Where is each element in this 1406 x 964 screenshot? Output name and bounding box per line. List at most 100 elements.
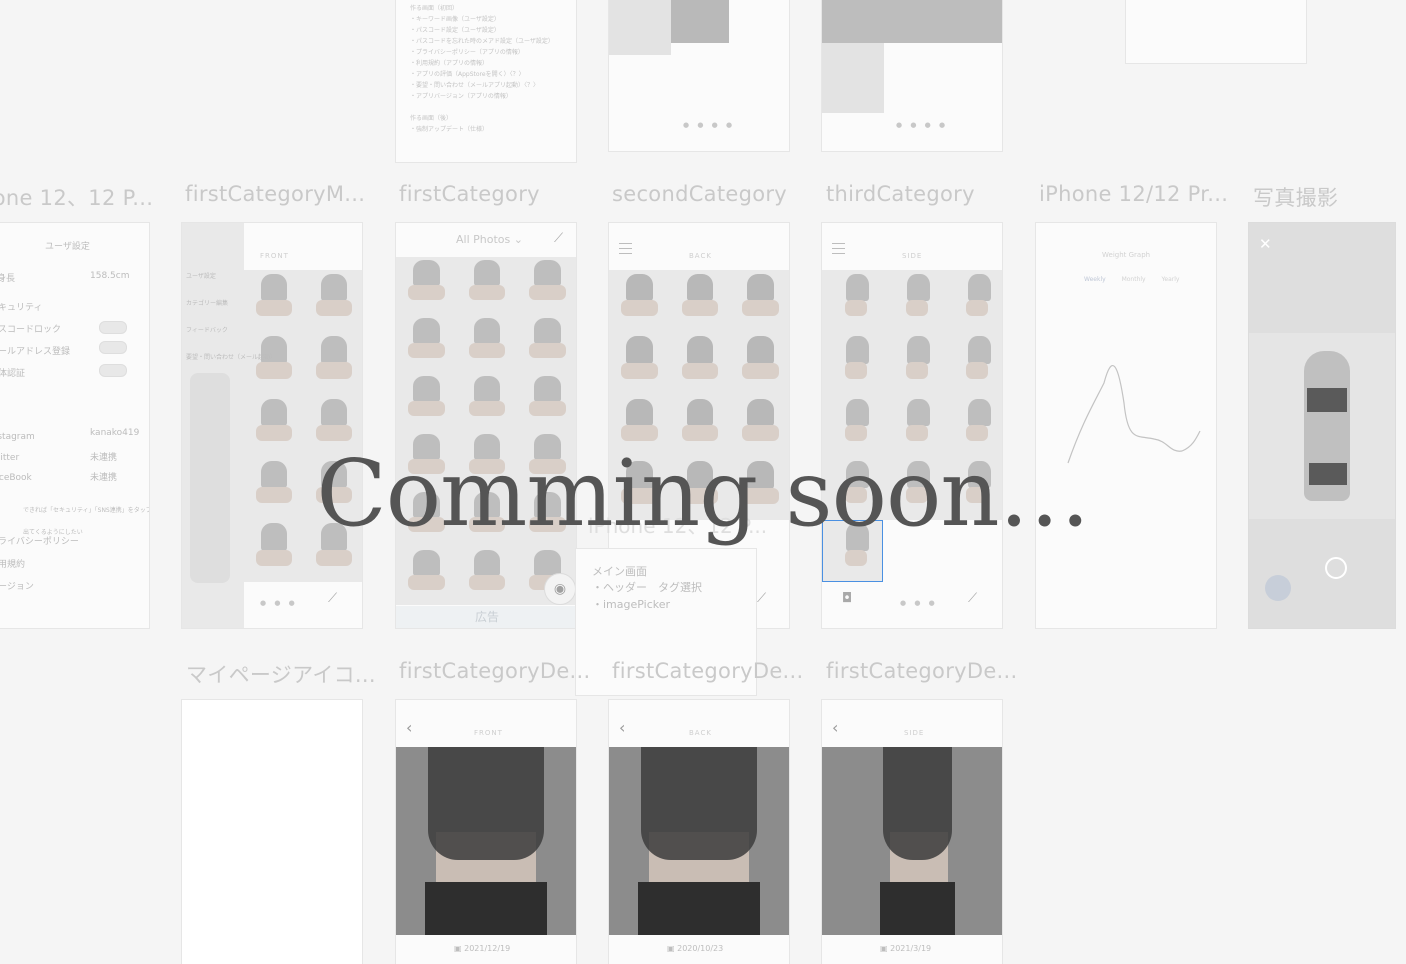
photo-tile[interactable] [456, 373, 518, 431]
tab-monthly[interactable]: Monthly [1122, 276, 1146, 283]
photo-tile[interactable] [730, 270, 789, 333]
chart-icon[interactable]: ⟋ [968, 591, 977, 606]
photo-tile[interactable] [396, 257, 457, 315]
top-photo [822, 0, 1002, 43]
first-category-menu-frame[interactable]: FRONT ユーザ設定 カテゴリー編集 フィードバック 要望・問い合わせ（メール… [181, 222, 363, 629]
spec-line: ・プライバシーポリシー（アプリの情報） [410, 49, 524, 56]
frame-title-iphone-left[interactable]: iPhone 12、12 P... [0, 182, 153, 212]
menu-item-contact[interactable]: 要望・問い合わせ（メール起動） [186, 352, 276, 361]
photo-tile[interactable] [456, 315, 518, 373]
photo-tile[interactable] [669, 270, 731, 333]
top-frame-front[interactable]: ● ● ● ● [608, 0, 790, 152]
frame-title-detail-1[interactable]: firstCategoryDe... [399, 659, 590, 683]
frame-title-first-category-menu[interactable]: firstCategoryM... [185, 182, 365, 206]
biometric-label: 生体認証 [0, 369, 26, 379]
photo-tile[interactable] [396, 315, 457, 373]
frame-title-mypage-icon[interactable]: マイページアイコ... [186, 659, 376, 689]
top-photo [671, 0, 729, 43]
mypage-icon-frame[interactable] [181, 699, 363, 964]
passcode-lock-toggle[interactable] [99, 321, 127, 334]
photo-tile[interactable] [669, 332, 731, 395]
photo-tile[interactable] [396, 373, 457, 431]
tab-yearly[interactable]: Yearly [1162, 276, 1180, 283]
spec-line: ・利用規約（アプリの情報） [410, 60, 489, 67]
photo-tile[interactable] [943, 332, 1002, 395]
chevron-left-icon[interactable]: ‹ [832, 718, 838, 737]
photo-tile[interactable] [456, 547, 518, 605]
weight-graph-frame[interactable]: Weight Graph Weekly Monthly Yearly [1035, 222, 1217, 629]
shutter-icon[interactable] [1325, 557, 1347, 579]
terms-link[interactable]: 利用規約 [0, 557, 25, 570]
chevron-left-icon[interactable]: ‹ [619, 718, 625, 737]
tab-weekly[interactable]: Weekly [1084, 276, 1106, 283]
detail-header: BACK [689, 729, 712, 737]
photo-tile[interactable] [730, 332, 789, 395]
page-dots: ● ● ● ● [683, 121, 736, 129]
security-label[interactable]: セキュリティ [0, 300, 42, 313]
photo-shorts [879, 882, 956, 935]
photo-tile[interactable] [456, 257, 518, 315]
detail-frame-side[interactable]: ‹ SIDE ▣ 2021/3/19 [821, 699, 1003, 964]
chevron-left-icon[interactable]: ‹ [406, 718, 412, 737]
coming-soon-overlay: Comming soon… [316, 440, 1090, 547]
camera-icon[interactable]: ◘ [842, 591, 852, 606]
chart-icon[interactable]: ⟋ [328, 591, 337, 606]
detail-date: ▣ 2021/12/19 [454, 944, 510, 953]
camera-frame[interactable]: ✕ [1248, 222, 1396, 629]
menu-icon[interactable] [832, 243, 845, 254]
frame-title-second-category[interactable]: secondCategory [612, 182, 787, 206]
all-photos-dropdown[interactable]: All Photos ⌄ [456, 233, 523, 246]
photo-tile[interactable] [822, 270, 883, 333]
photo-tile[interactable] [943, 270, 1002, 333]
settings-frame[interactable]: ユーザ設定 身長 158.5cm セキュリティ パスコードロック メールアドレス… [0, 222, 150, 629]
passcode-lock-label: パスコードロック [0, 325, 62, 335]
instagram-value[interactable]: kanako419 [90, 428, 139, 438]
photo-tile[interactable] [517, 373, 576, 431]
height-value[interactable]: 158.5cm [90, 271, 129, 281]
gallery-thumb-icon[interactable] [1265, 575, 1291, 601]
photo-tile[interactable] [609, 332, 670, 395]
photo-tile[interactable] [244, 332, 304, 395]
menu-item-user-settings[interactable]: ユーザ設定 [186, 271, 216, 280]
spec-line: ・強制アップデート（仕様） [410, 126, 489, 133]
detail-frame-back[interactable]: ‹ BACK ▣ 2020/10/23 [608, 699, 790, 964]
version-link[interactable]: バージョン [0, 579, 34, 592]
photo-tile[interactable] [609, 270, 670, 333]
photo-tile[interactable] [822, 332, 883, 395]
frame-title-detail-2[interactable]: firstCategoryDe... [612, 659, 803, 683]
graph-tabs: Weekly Monthly Yearly [1084, 276, 1179, 283]
chart-icon[interactable]: ⟋ [554, 231, 563, 246]
photo-tile[interactable] [396, 547, 457, 605]
second-category-header: BACK [689, 252, 712, 260]
close-icon[interactable]: ✕ [1259, 235, 1272, 253]
side-menu-drawer: ユーザ設定 カテゴリー編集 フィードバック 要望・問い合わせ（メール起動） [182, 223, 276, 628]
biometric-toggle[interactable] [99, 364, 127, 377]
frame-title-iphone-graph[interactable]: iPhone 12/12 Pr... [1039, 182, 1228, 206]
chart-icon[interactable]: ⟋ [757, 591, 766, 606]
top-frame-right[interactable] [1125, 0, 1307, 64]
calendar-icon: ▣ [880, 944, 891, 953]
photo-tile[interactable] [304, 332, 362, 395]
photo-tile[interactable] [304, 270, 362, 333]
frame-title-detail-3[interactable]: firstCategoryDe... [826, 659, 1017, 683]
photo-tile[interactable] [882, 332, 944, 395]
third-category-frame[interactable]: SIDE ◘ ● ● ● ⟋ [821, 222, 1003, 629]
detail-frame-front[interactable]: ‹ FRONT ▣ 2021/12/19 [395, 699, 577, 964]
frame-title-camera[interactable]: 写真撮影 [1253, 182, 1338, 212]
menu-icon[interactable] [619, 243, 632, 254]
menu-item-feedback[interactable]: フィードバック [186, 325, 228, 334]
email-register-toggle[interactable] [99, 341, 127, 354]
photo-tile[interactable] [882, 270, 944, 333]
photo-tile[interactable] [244, 270, 304, 333]
photo-tile[interactable] [517, 315, 576, 373]
frame-title-first-category[interactable]: firstCategory [399, 182, 540, 206]
camera-fab[interactable]: ◉ [544, 573, 576, 605]
ad-banner[interactable]: 広告 [396, 606, 576, 628]
photo-tile[interactable] [517, 257, 576, 315]
settings-header: ユーザ設定 [45, 242, 90, 252]
menu-item-category-edit[interactable]: カテゴリー編集 [186, 298, 228, 307]
spec-note-frame[interactable]: 作る画面（初回） ・キーワード画像（ユーザ設定） ・パスコード設定（ユーザ設定）… [395, 0, 577, 163]
first-category-frame[interactable]: All Photos ⌄ ⟋ ◉ 広告 [395, 222, 577, 629]
frame-title-third-category[interactable]: thirdCategory [826, 182, 975, 206]
top-frame-side[interactable]: ● ● ● ● [821, 0, 1003, 152]
